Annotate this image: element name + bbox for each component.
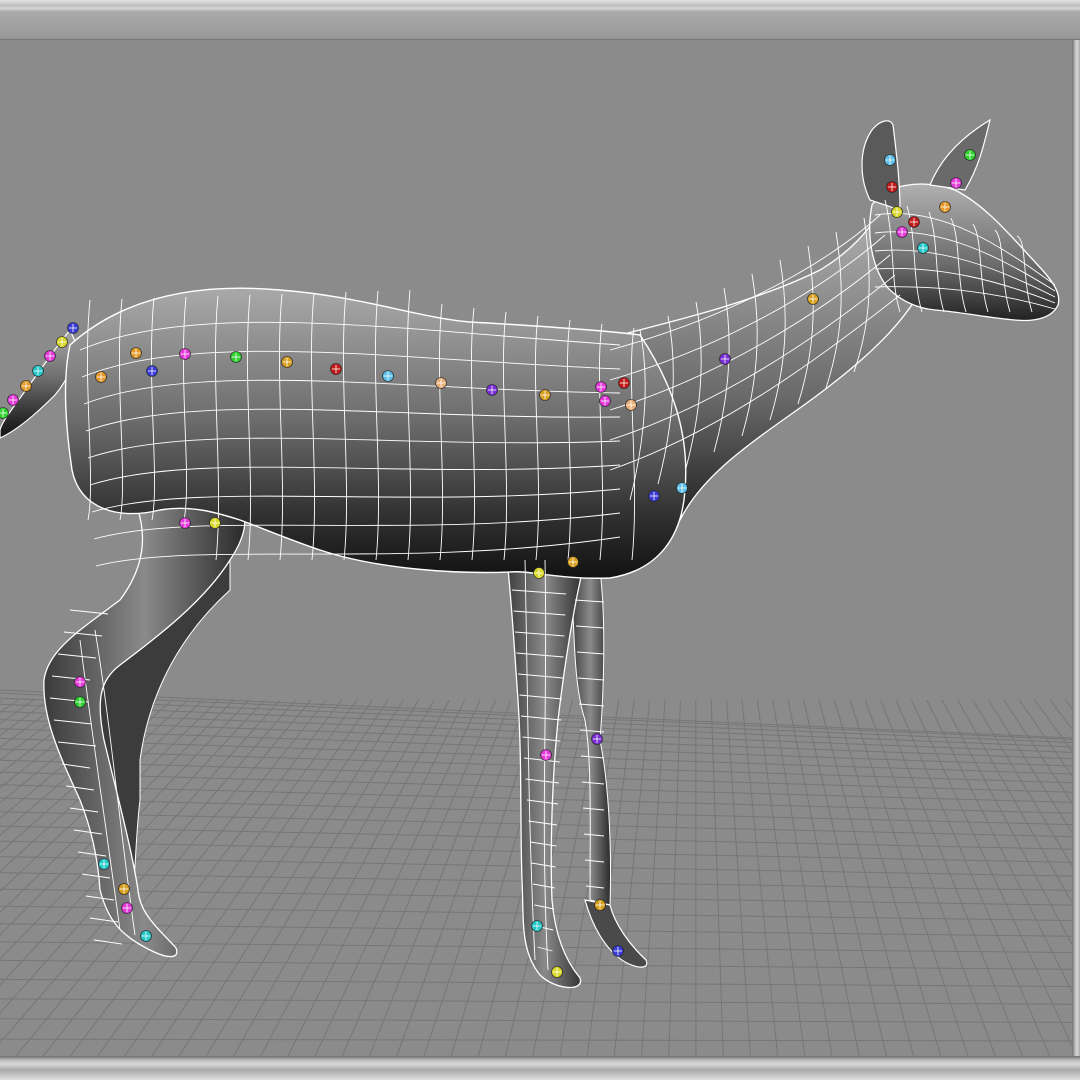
- joint-marker[interactable]: [44, 350, 56, 362]
- joint-marker[interactable]: [179, 348, 191, 360]
- joint-marker[interactable]: [382, 370, 394, 382]
- modeling-app-window: [0, 0, 1080, 1080]
- joint-marker[interactable]: [98, 858, 110, 870]
- joint-marker[interactable]: [625, 399, 637, 411]
- joint-marker[interactable]: [281, 356, 293, 368]
- joint-marker[interactable]: [964, 149, 976, 161]
- far-fore-leg: [569, 559, 612, 906]
- joint-marker[interactable]: [886, 181, 898, 193]
- joint-marker[interactable]: [179, 517, 191, 529]
- joint-marker[interactable]: [0, 407, 9, 419]
- joint-marker[interactable]: [891, 206, 903, 218]
- joint-marker[interactable]: [612, 945, 624, 957]
- joint-marker[interactable]: [594, 899, 606, 911]
- joint-marker[interactable]: [917, 242, 929, 254]
- joint-marker[interactable]: [950, 177, 962, 189]
- joint-marker[interactable]: [95, 371, 107, 383]
- joint-marker[interactable]: [551, 966, 563, 978]
- joint-marker[interactable]: [807, 293, 819, 305]
- left-ear-mesh: [861, 120, 901, 211]
- joint-marker[interactable]: [7, 394, 19, 406]
- joint-marker[interactable]: [74, 696, 86, 708]
- joint-marker[interactable]: [435, 377, 447, 389]
- joint-marker[interactable]: [896, 226, 908, 238]
- joint-marker[interactable]: [32, 365, 44, 377]
- joint-marker[interactable]: [486, 384, 498, 396]
- joint-marker[interactable]: [121, 902, 133, 914]
- joint-marker[interactable]: [618, 377, 630, 389]
- joint-marker[interactable]: [531, 920, 543, 932]
- window-bottom-bar: [0, 1056, 1080, 1080]
- joint-marker[interactable]: [146, 365, 158, 377]
- joint-marker[interactable]: [884, 154, 896, 166]
- viewport-canvas[interactable]: [0, 40, 1072, 1056]
- 3d-viewport[interactable]: [0, 40, 1072, 1056]
- joint-marker[interactable]: [74, 676, 86, 688]
- joint-marker[interactable]: [140, 930, 152, 942]
- joint-marker[interactable]: [209, 517, 221, 529]
- joint-marker[interactable]: [533, 567, 545, 579]
- joint-marker[interactable]: [939, 201, 951, 213]
- joint-marker[interactable]: [567, 556, 579, 568]
- joint-marker[interactable]: [599, 395, 611, 407]
- joint-marker[interactable]: [676, 482, 688, 494]
- joint-marker[interactable]: [230, 351, 242, 363]
- joint-marker[interactable]: [56, 336, 68, 348]
- joint-marker[interactable]: [20, 380, 32, 392]
- joint-marker[interactable]: [648, 490, 660, 502]
- joint-marker[interactable]: [539, 389, 551, 401]
- joint-marker[interactable]: [540, 749, 552, 761]
- joint-marker[interactable]: [330, 363, 342, 375]
- joint-marker[interactable]: [118, 883, 130, 895]
- joint-marker[interactable]: [719, 353, 731, 365]
- joint-marker[interactable]: [595, 381, 607, 393]
- joint-marker[interactable]: [591, 733, 603, 745]
- window-title-bar: [0, 0, 1080, 40]
- joint-marker[interactable]: [130, 347, 142, 359]
- far-fore-hoof: [584, 899, 648, 968]
- joint-marker[interactable]: [908, 216, 920, 228]
- joint-marker[interactable]: [67, 322, 79, 334]
- window-right-border: [1072, 40, 1080, 1056]
